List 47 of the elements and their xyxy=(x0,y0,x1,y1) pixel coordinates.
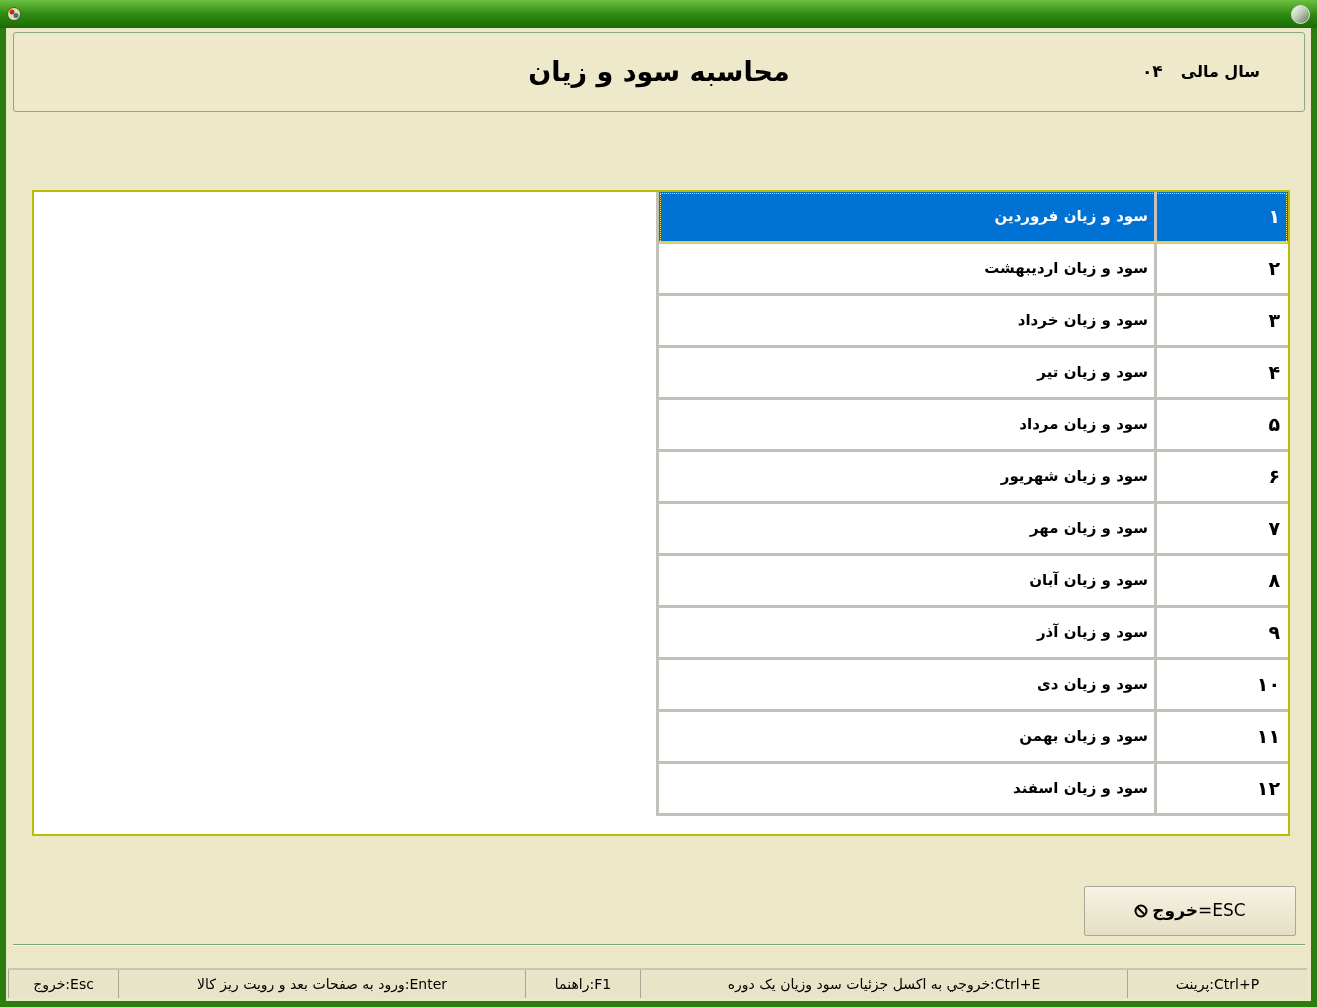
table-row[interactable]: ۵ سود و زیان مرداد xyxy=(659,400,1288,452)
status-bar-text: Ctrl+P:پرینت xyxy=(1127,970,1307,998)
fiscal-year-label: سال مالی xyxy=(1180,61,1260,83)
period-name-cell-text: سود و زیان دی xyxy=(1036,674,1149,696)
window-button-icon[interactable] xyxy=(1291,4,1310,24)
fiscal-year-value: ۰۴ xyxy=(1141,60,1163,84)
period-name-cell-text: سود و زیان خرداد xyxy=(1016,310,1149,332)
row-number-cell: ۷ xyxy=(1154,504,1288,553)
table-row[interactable]: ۳ سود و زیان خرداد xyxy=(659,296,1288,348)
period-name-cell-text: سود و زیان شهریور xyxy=(999,466,1149,488)
status-bar-text: Esc:خروج xyxy=(8,970,118,998)
row-number-cell: ۸ xyxy=(1154,556,1288,605)
row-number-cell: ۱۱ xyxy=(1154,712,1288,761)
row-number-cell: ۱۰ xyxy=(1154,660,1288,709)
row-number-cell: ۱۲ xyxy=(1154,764,1288,813)
table-row[interactable]: ۱۱ سود و زیان بهمن xyxy=(659,712,1288,764)
row-number-cell: ۲ xyxy=(1154,244,1288,293)
period-name-cell-text: سود و زیان مرداد xyxy=(1018,414,1149,436)
row-number-cell: ۶ xyxy=(1154,452,1288,501)
row-number-cell: ۳ xyxy=(1154,296,1288,345)
status-bar-text: F1:راهنما xyxy=(525,970,640,998)
prohibited-icon xyxy=(1134,904,1149,918)
app-icon xyxy=(7,7,21,21)
page-title: محاسبه سود و زیان xyxy=(528,54,790,90)
period-name-cell-text: سود و زیان بهمن xyxy=(1018,726,1149,748)
table-row[interactable]: ۶ سود و زیان شهریور xyxy=(659,452,1288,504)
row-number-cell: ۵ xyxy=(1154,400,1288,449)
table-row[interactable]: ۷ سود و زیان مهر xyxy=(659,504,1288,556)
table-row[interactable]: ۱۲ سود و زیان اسفند xyxy=(659,764,1288,816)
status-bar-text: Enter:ورود به صفحات بعد و رویت ریز کالا xyxy=(118,970,525,998)
table-row[interactable]: ۴ سود و زیان تیر xyxy=(659,348,1288,400)
status-bar-text: Ctrl+E:خروجي به اکسل جزئیات سود وزیان یک دوره xyxy=(640,970,1127,998)
period-name-cell-text: سود و زیان مهر xyxy=(1028,518,1149,540)
row-number-cell: ۹ xyxy=(1154,608,1288,657)
period-name-cell-text: سود و زیان اسفند xyxy=(1011,778,1149,800)
row-number-cell: ۴ xyxy=(1154,348,1288,397)
table-row[interactable]: ۱ سود و زیان فروردین xyxy=(659,192,1288,244)
table-row[interactable]: ۸ سود و زیان آبان xyxy=(659,556,1288,608)
period-name-cell-text: سود و زیان اردیبهشت xyxy=(983,258,1149,280)
period-name-cell-text: سود و زیان آذر xyxy=(1035,622,1149,644)
period-name-cell-text: سود و زیان تیر xyxy=(1035,362,1149,384)
period-name-cell-text: سود و زیان آبان xyxy=(1028,570,1149,592)
table-row[interactable]: ۱۰ سود و زیان دی xyxy=(659,660,1288,712)
table-row[interactable]: ۹ سود و زیان آذر xyxy=(659,608,1288,660)
row-number-cell: ۱ xyxy=(1154,192,1288,241)
table-row[interactable]: ۲ سود و زیان اردیبهشت xyxy=(659,244,1288,296)
period-name-cell-text: سود و زیان فروردین xyxy=(993,206,1149,228)
